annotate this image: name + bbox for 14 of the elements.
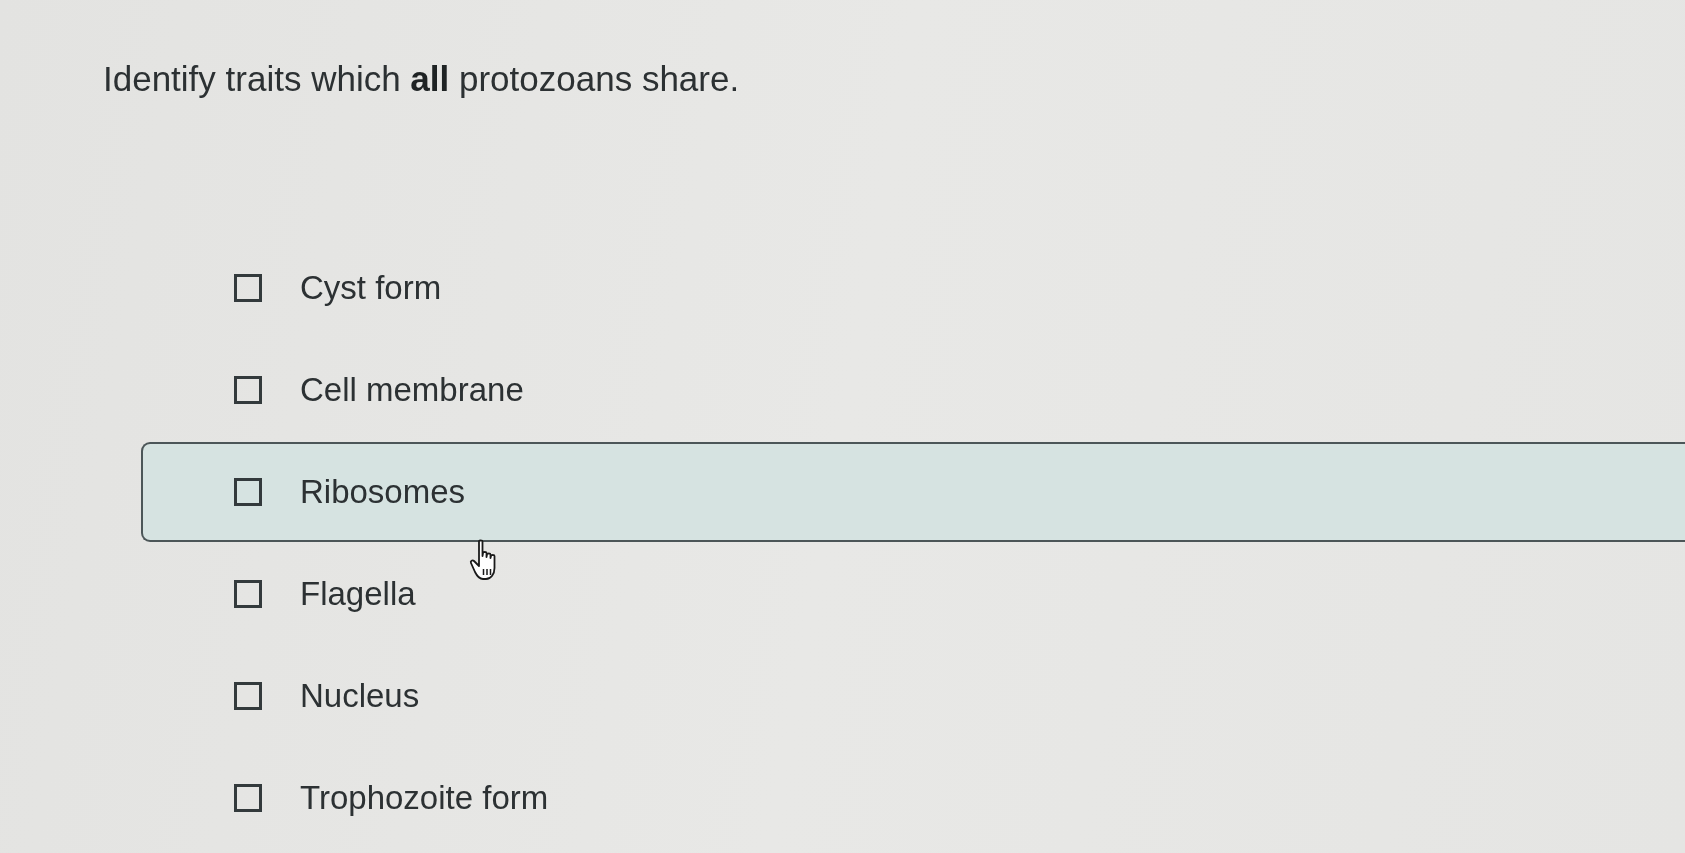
option-label[interactable]: Cyst form: [300, 268, 442, 308]
question-text: Identify traits which all protozoans share.: [103, 58, 740, 100]
option-label[interactable]: Ribosomes: [300, 472, 466, 512]
option-label[interactable]: Flagella: [300, 574, 416, 614]
checkbox[interactable]: [234, 784, 262, 812]
checkbox[interactable]: [234, 580, 262, 608]
option-label[interactable]: Cell membrane: [300, 370, 524, 410]
option-label[interactable]: Trophozoite form: [300, 778, 549, 818]
checkbox[interactable]: [234, 478, 262, 506]
checkbox[interactable]: [234, 274, 262, 302]
option-label[interactable]: Nucleus: [300, 676, 420, 716]
highlighted-option-row[interactable]: Ribosomes: [141, 442, 1685, 542]
checkbox[interactable]: [234, 682, 262, 710]
checkbox[interactable]: [234, 376, 262, 404]
